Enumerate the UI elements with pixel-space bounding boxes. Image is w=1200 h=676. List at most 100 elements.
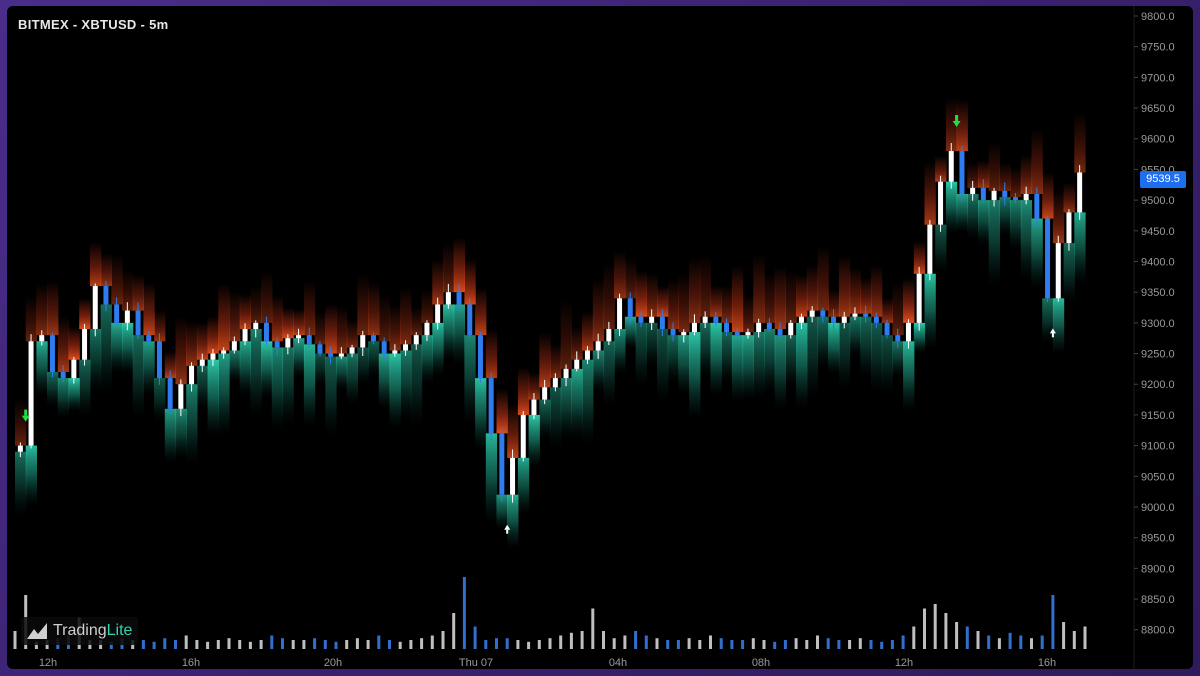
ask-heat-band <box>614 251 626 299</box>
volume-bar <box>548 638 552 649</box>
candle-body <box>681 332 687 336</box>
candle-body <box>189 365 195 385</box>
bid-heat-band <box>164 408 177 464</box>
candle-body <box>1045 218 1051 299</box>
candle-body <box>370 335 376 342</box>
volume-bar <box>837 640 841 649</box>
volume-bar <box>997 638 1001 649</box>
candle-body <box>863 313 869 317</box>
ask-heat-band <box>624 258 637 299</box>
ask-heat-band <box>699 255 712 317</box>
volume-bar <box>858 638 862 649</box>
volume-bar <box>676 640 680 649</box>
candle-body <box>338 353 344 357</box>
ask-heat-band <box>1031 128 1043 194</box>
candle-body <box>242 329 248 342</box>
bid-heat-band <box>325 356 337 437</box>
bid-heat-band <box>229 350 241 382</box>
candle-body <box>713 316 719 323</box>
candle-body <box>17 445 23 452</box>
volume-bar <box>816 635 819 649</box>
ask-heat-band <box>485 328 498 379</box>
x-tick-label: 16h <box>182 657 200 669</box>
chart-canvas[interactable]: 9800.09750.09700.09650.09600.09550.09500… <box>7 6 1193 669</box>
candle-body <box>916 273 922 323</box>
candle-body <box>71 359 77 379</box>
ask-heat-band <box>57 316 70 372</box>
volume-bar <box>623 635 627 649</box>
volume-bar <box>687 638 691 649</box>
ask-heat-band <box>796 274 808 317</box>
candle-body <box>296 335 302 339</box>
bid-heat-band <box>368 341 380 377</box>
candle-body <box>606 329 612 342</box>
volume-bar <box>762 640 766 649</box>
bid-heat-band <box>774 335 786 410</box>
volume-bar <box>516 640 520 649</box>
y-tick-label: 9100.0 <box>1141 441 1175 453</box>
volume-bar <box>923 608 926 649</box>
volume-bar <box>409 640 413 649</box>
bid-heat-band <box>657 329 669 403</box>
bid-heat-band <box>924 273 936 349</box>
bid-heat-band <box>935 224 947 274</box>
bid-heat-band <box>635 322 647 387</box>
ask-heat-band <box>892 282 904 336</box>
candle-body <box>938 181 944 225</box>
volume-bar <box>1019 635 1023 649</box>
candle-body <box>92 286 98 329</box>
volume-bar <box>227 638 231 649</box>
bid-heat-band <box>443 304 455 360</box>
candle-body <box>103 286 109 305</box>
candle-body <box>413 335 419 345</box>
ask-heat-band <box>603 263 615 329</box>
bid-heat-band <box>849 316 861 357</box>
candle-body <box>467 304 473 336</box>
bid-heat-band <box>881 335 893 395</box>
candle-body <box>424 322 430 336</box>
candle-body <box>531 399 537 415</box>
volume-bar <box>388 640 391 649</box>
candle-body <box>167 378 173 409</box>
candle-body <box>798 316 804 323</box>
bid-heat-band <box>207 359 219 436</box>
volume-bar <box>912 626 916 649</box>
volume-bar <box>462 577 466 649</box>
ask-heat-band <box>753 254 765 323</box>
y-tick-label: 9200.0 <box>1141 379 1175 391</box>
ask-heat-band <box>667 279 679 329</box>
volume-bar <box>580 631 584 649</box>
sell-signal-stem <box>24 409 28 416</box>
volume-bar <box>955 622 959 649</box>
volume-bar <box>216 640 220 649</box>
ask-heat-band <box>218 283 230 351</box>
volume-bar <box>1083 626 1087 649</box>
candle-body <box>905 322 911 342</box>
volume-bar <box>174 640 177 649</box>
ask-heat-band <box>924 161 936 225</box>
candle-body <box>477 335 483 379</box>
bid-heat-band <box>464 335 476 424</box>
ask-heat-band <box>539 332 551 388</box>
ask-heat-band <box>453 237 465 293</box>
ask-heat-band <box>838 255 851 317</box>
bid-heat-band <box>721 332 733 384</box>
volume-bar <box>377 635 381 649</box>
y-tick-label: 9300.0 <box>1141 318 1175 330</box>
volume-bar <box>730 640 734 649</box>
bid-heat-band <box>36 341 48 396</box>
ask-heat-band <box>1063 182 1075 213</box>
ask-heat-band <box>421 289 433 323</box>
volume-bar <box>238 640 242 649</box>
bid-heat-band <box>57 378 70 418</box>
ask-heat-band <box>560 300 572 369</box>
y-tick-label: 9350.0 <box>1141 287 1175 299</box>
candle-body <box>617 298 623 329</box>
ask-heat-band <box>143 283 155 336</box>
ask-heat-band <box>1052 190 1065 244</box>
candle-body <box>146 335 152 342</box>
bid-heat-band <box>122 322 134 374</box>
bid-heat-band <box>100 304 112 394</box>
candle-body <box>360 335 366 348</box>
ask-heat-band <box>410 306 423 336</box>
